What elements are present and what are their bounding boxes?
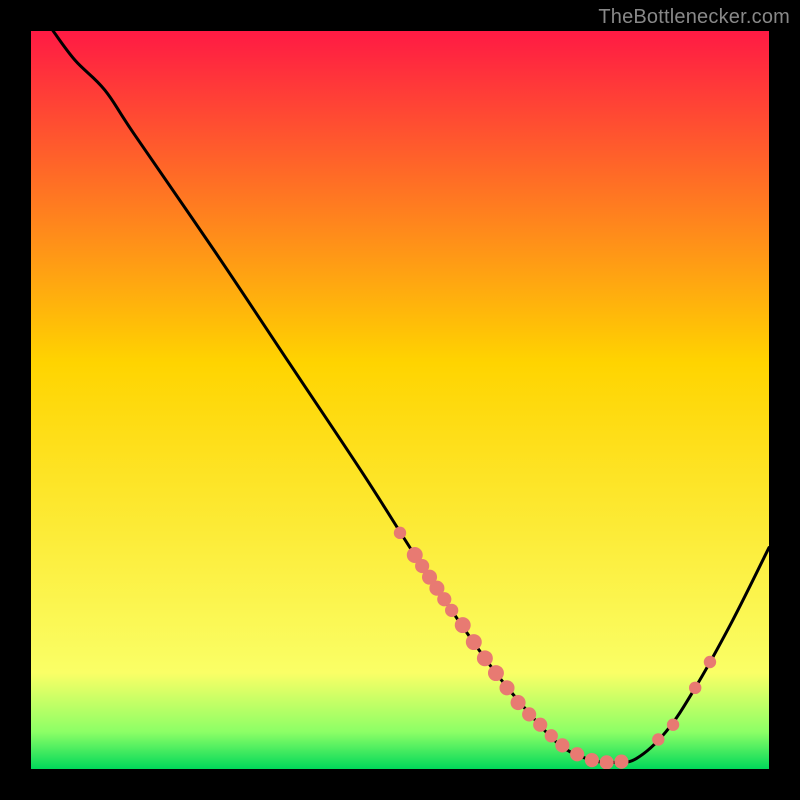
data-marker [477, 650, 493, 666]
data-marker [455, 617, 471, 633]
data-marker [445, 604, 458, 617]
attribution-label: TheBottlenecker.com [598, 6, 790, 29]
data-marker [545, 729, 558, 742]
data-marker [652, 733, 664, 745]
data-marker [704, 656, 716, 668]
data-marker [555, 738, 569, 752]
data-marker [394, 527, 406, 539]
gradient-background [31, 31, 769, 769]
data-marker [585, 753, 599, 767]
plot-area [31, 31, 769, 769]
data-marker [667, 719, 679, 731]
chart-svg [31, 31, 769, 769]
chart-outer: TheBottlenecker.com [0, 0, 800, 800]
data-marker [488, 665, 504, 681]
data-marker [466, 634, 482, 650]
data-marker [689, 682, 701, 694]
data-marker [511, 695, 526, 710]
data-marker [522, 707, 536, 721]
data-marker [533, 718, 547, 732]
data-marker [570, 747, 584, 761]
data-marker [614, 755, 628, 769]
data-marker [600, 755, 614, 769]
data-marker [499, 680, 514, 695]
